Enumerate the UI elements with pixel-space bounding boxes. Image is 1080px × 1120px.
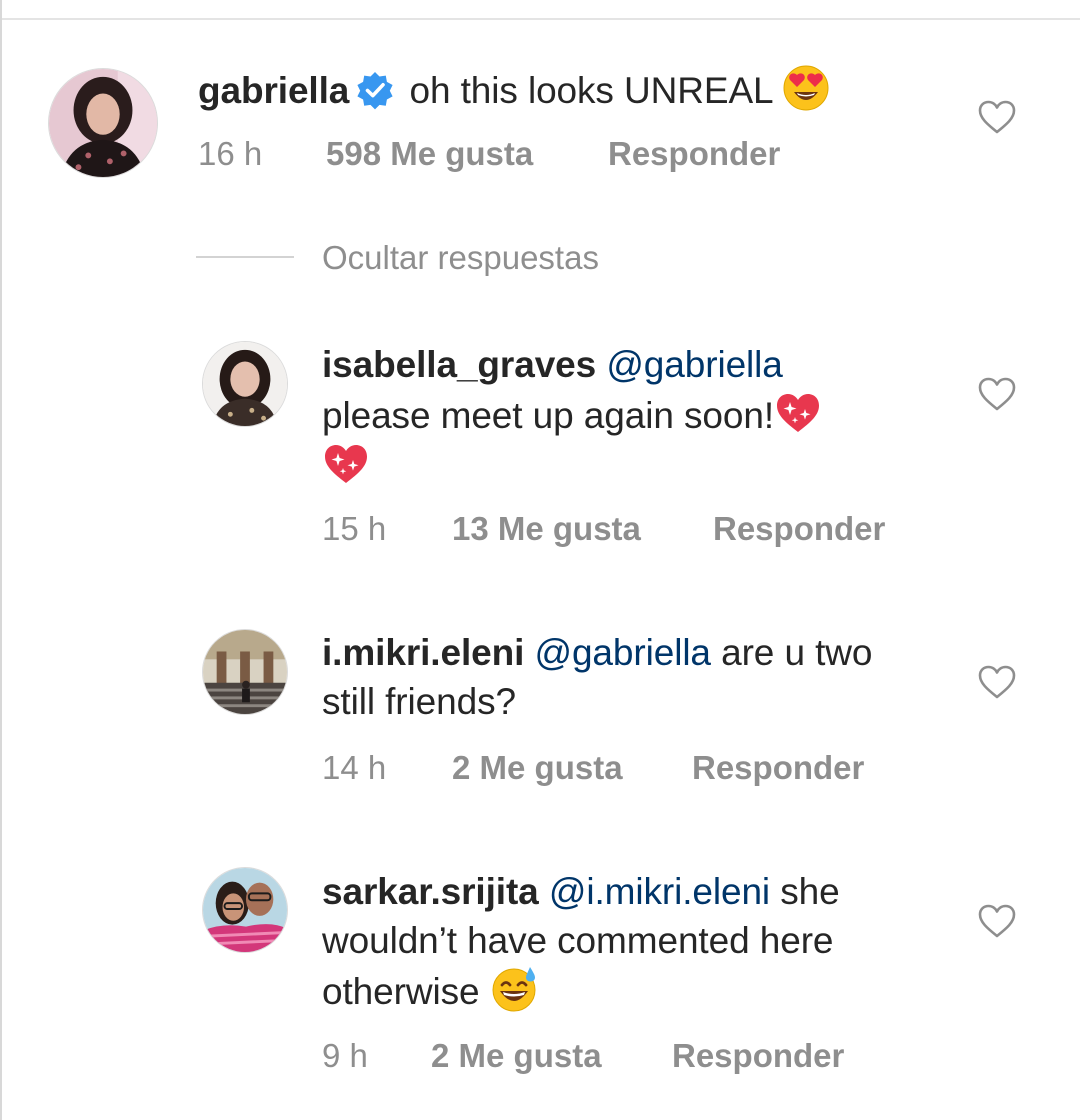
reply-meta: 9 h 2 Me gusta Responder [322,1036,942,1076]
reply-username[interactable]: isabella_graves [322,344,596,385]
reply-body: otherwise [322,971,480,1012]
reply-body: she [780,871,840,912]
reply-reply-button[interactable]: Responder [692,748,864,788]
reply-time: 14 h [322,749,387,786]
reply-body: please meet up again soon! [322,395,775,436]
reply-likes[interactable]: 13 Me gusta [452,509,641,549]
like-heart-icon[interactable] [978,100,1016,134]
grinning-sweat-emoji [490,965,538,1013]
top-divider [0,18,1080,20]
reply-meta: 15 h 13 Me gusta Responder [322,509,942,549]
reply-body: wouldn’t have commented here [322,920,834,961]
reply-time: 15 h [322,510,387,547]
comment-reply-button[interactable]: Responder [608,134,780,174]
reply-meta: 14 h 2 Me gusta Responder [322,748,942,788]
reply-username[interactable]: i.mikri.eleni [322,632,524,673]
reply-body: are u two [721,632,873,673]
reply-likes[interactable]: 2 Me gusta [452,748,623,788]
comment-body: oh this looks UNREAL [409,70,773,111]
reply-mention[interactable]: @i.mikri.eleni [549,871,770,912]
comment-likes[interactable]: 598 Me gusta [326,134,533,174]
like-heart-icon[interactable] [978,377,1016,411]
left-border [0,0,2,1120]
reply-text: isabella_graves @gabriella please meet u… [322,340,962,491]
reply-time: 9 h [322,1037,368,1074]
like-heart-icon[interactable] [978,665,1016,699]
comment-meta: 16 h 598 Me gusta Responder [198,134,898,174]
reply-mention[interactable]: @gabriella [534,632,711,673]
comment-username[interactable]: gabriella [198,70,349,111]
sparkling-heart-emoji [322,440,370,488]
like-heart-icon[interactable] [978,904,1016,938]
heart-eyes-emoji [782,64,830,112]
reply-text: i.mikri.eleni @gabriella are u two still… [322,628,962,726]
reply-text: sarkar.srijita @i.mikri.eleni she wouldn… [322,867,962,1016]
avatar[interactable] [202,867,288,953]
comment-time: 16 h [198,135,263,172]
reply-likes[interactable]: 2 Me gusta [431,1036,602,1076]
reply-reply-button[interactable]: Responder [713,509,885,549]
hide-replies-label[interactable]: Ocultar respuestas [322,236,599,280]
reply-username[interactable]: sarkar.srijita [322,871,539,912]
avatar[interactable] [202,341,288,427]
avatar[interactable] [48,68,158,178]
verified-badge-icon [355,70,395,110]
hide-replies-line [196,256,294,258]
avatar[interactable] [202,629,288,715]
sparkling-heart-emoji [774,389,822,437]
reply-body: still friends? [322,681,516,722]
reply-mention[interactable]: @gabriella [606,344,783,385]
comment-text: gabriella oh this looks UNREAL [198,64,830,115]
reply-reply-button[interactable]: Responder [672,1036,844,1076]
